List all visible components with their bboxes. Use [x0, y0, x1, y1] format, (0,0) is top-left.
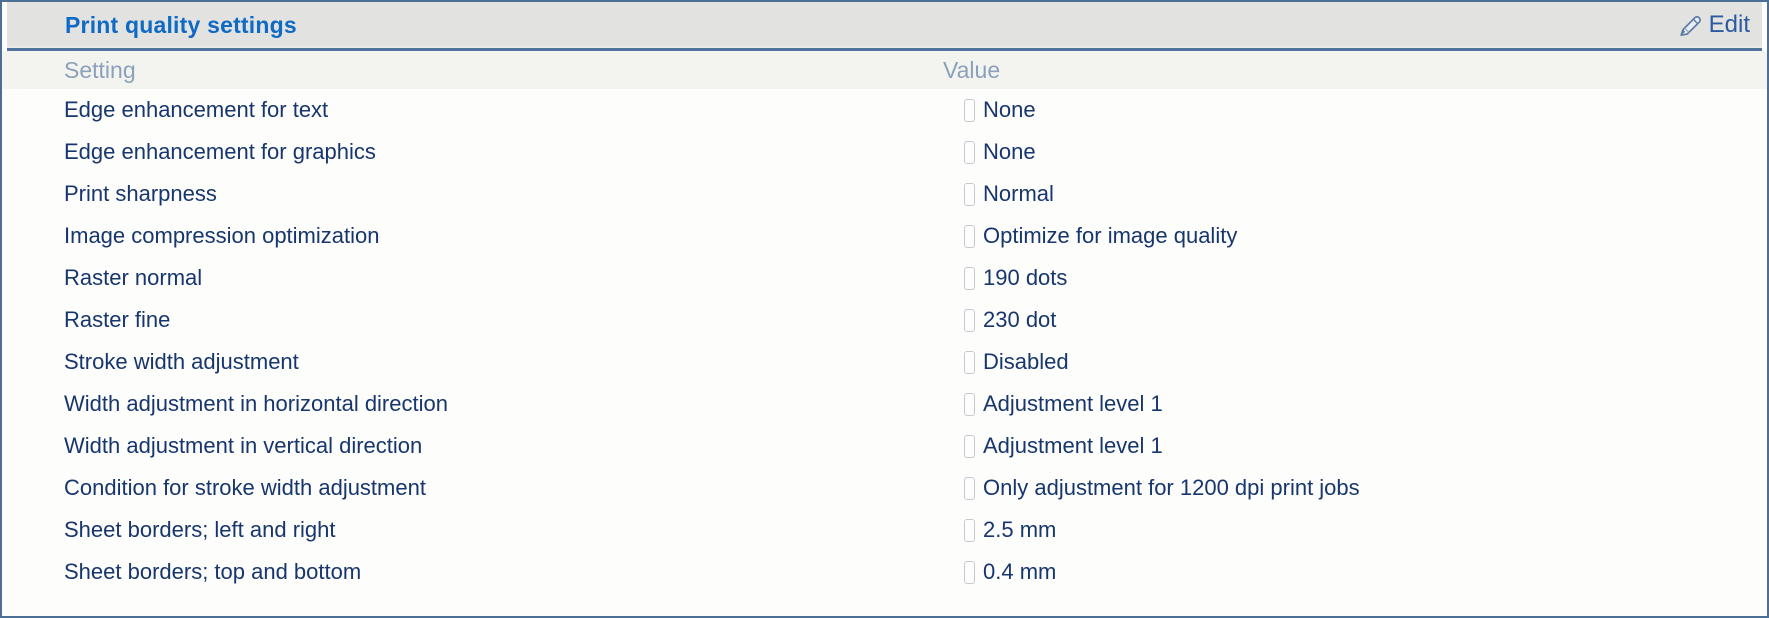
- setting-value: 230 dot: [983, 307, 1056, 333]
- table-row: Print sharpness Normal: [2, 173, 1767, 215]
- setting-label: Width adjustment in vertical direction: [64, 433, 943, 459]
- setting-label: Raster fine: [64, 307, 943, 333]
- value-cell: None: [943, 97, 1767, 123]
- empty-box-glyph: [964, 141, 975, 164]
- page-title: Print quality settings: [65, 12, 297, 39]
- empty-box-glyph: [964, 519, 975, 542]
- setting-value: None: [983, 97, 1036, 123]
- empty-box-glyph: [964, 393, 975, 416]
- setting-value: 190 dots: [983, 265, 1067, 291]
- table-row: Width adjustment in vertical direction A…: [2, 425, 1767, 467]
- value-cell: 0.4 mm: [943, 559, 1767, 585]
- column-header-value: Value: [943, 57, 1767, 84]
- empty-box-glyph: [964, 435, 975, 458]
- setting-label: Edge enhancement for graphics: [64, 139, 943, 165]
- value-cell: None: [943, 139, 1767, 165]
- value-cell: Normal: [943, 181, 1767, 207]
- edit-button-label: Edit: [1709, 11, 1750, 39]
- table-row: Raster fine 230 dot: [2, 299, 1767, 341]
- settings-table-body: Edge enhancement for text None Edge enha…: [2, 89, 1767, 593]
- setting-label: Edge enhancement for text: [64, 97, 943, 123]
- value-cell: 190 dots: [943, 265, 1767, 291]
- setting-label: Image compression optimization: [64, 223, 943, 249]
- setting-label: Stroke width adjustment: [64, 349, 943, 375]
- column-header-setting: Setting: [64, 57, 943, 84]
- empty-box-glyph: [964, 267, 975, 290]
- table-row: Edge enhancement for graphics None: [2, 131, 1767, 173]
- table-row: Width adjustment in horizontal direction…: [2, 383, 1767, 425]
- table-row: Sheet borders; top and bottom 0.4 mm: [2, 551, 1767, 593]
- empty-box-glyph: [964, 561, 975, 584]
- empty-box-glyph: [964, 183, 975, 206]
- panel-titlebar: Print quality settings Edit: [7, 2, 1762, 51]
- setting-value: 0.4 mm: [983, 559, 1056, 585]
- value-cell: Adjustment level 1: [943, 391, 1767, 417]
- setting-label: Raster normal: [64, 265, 943, 291]
- setting-label: Condition for stroke width adjustment: [64, 475, 943, 501]
- setting-value: 2.5 mm: [983, 517, 1056, 543]
- setting-label: Sheet borders; top and bottom: [64, 559, 943, 585]
- value-cell: Disabled: [943, 349, 1767, 375]
- print-quality-settings-panel: Print quality settings Edit Setting Valu…: [0, 0, 1769, 618]
- value-cell: 2.5 mm: [943, 517, 1767, 543]
- setting-value: Normal: [983, 181, 1054, 207]
- empty-box-glyph: [964, 225, 975, 248]
- empty-box-glyph: [964, 309, 975, 332]
- setting-value: Optimize for image quality: [983, 223, 1237, 249]
- setting-label: Sheet borders; left and right: [64, 517, 943, 543]
- empty-box-glyph: [964, 477, 975, 500]
- value-cell: Optimize for image quality: [943, 223, 1767, 249]
- setting-value: Adjustment level 1: [983, 391, 1163, 417]
- table-header-row: Setting Value: [2, 51, 1767, 89]
- table-row: Image compression optimization Optimize …: [2, 215, 1767, 257]
- pencil-icon: [1677, 12, 1704, 39]
- setting-value: Adjustment level 1: [983, 433, 1163, 459]
- setting-value: Disabled: [983, 349, 1069, 375]
- table-row: Raster normal 190 dots: [2, 257, 1767, 299]
- table-row: Condition for stroke width adjustment On…: [2, 467, 1767, 509]
- table-row: Sheet borders; left and right 2.5 mm: [2, 509, 1767, 551]
- setting-label: Width adjustment in horizontal direction: [64, 391, 943, 417]
- value-cell: 230 dot: [943, 307, 1767, 333]
- table-row: Edge enhancement for text None: [2, 89, 1767, 131]
- value-cell: Adjustment level 1: [943, 433, 1767, 459]
- edit-button[interactable]: Edit: [1677, 11, 1750, 39]
- setting-label: Print sharpness: [64, 181, 943, 207]
- table-row: Stroke width adjustment Disabled: [2, 341, 1767, 383]
- empty-box-glyph: [964, 99, 975, 122]
- setting-value: None: [983, 139, 1036, 165]
- empty-box-glyph: [964, 351, 975, 374]
- setting-value: Only adjustment for 1200 dpi print jobs: [983, 475, 1360, 501]
- value-cell: Only adjustment for 1200 dpi print jobs: [943, 475, 1767, 501]
